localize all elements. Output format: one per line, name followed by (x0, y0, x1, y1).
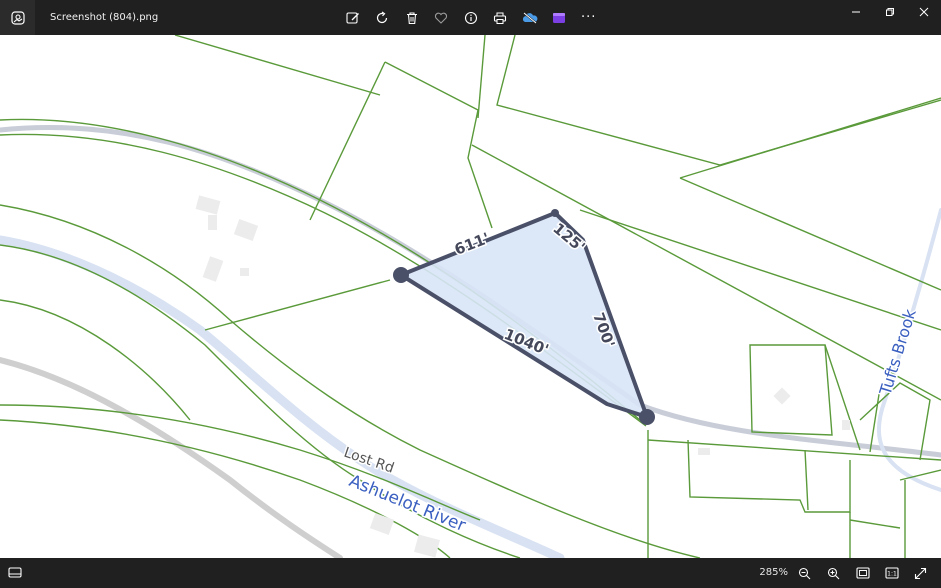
image-viewport[interactable]: 611' 125' 700' 1040' Lost Rd Ashuelot Ri… (0, 35, 941, 558)
more-icon: ··· (581, 10, 597, 25)
window-controls (839, 0, 941, 24)
restore-icon (886, 8, 894, 16)
vertex-handle[interactable] (393, 267, 409, 283)
rotate-button[interactable] (368, 0, 398, 35)
onedrive-icon (522, 11, 538, 24)
edit-image-button[interactable] (338, 0, 368, 35)
actual-size-button[interactable]: 1:1 (877, 558, 906, 588)
photos-app-icon[interactable] (0, 0, 35, 35)
svg-text:1:1: 1:1 (887, 571, 897, 578)
clipchamp-icon (553, 12, 566, 23)
print-icon (494, 12, 507, 24)
image-toolbar: ··· (338, 0, 604, 35)
zoom-out-button[interactable] (790, 558, 819, 588)
road-label: Lost Rd (342, 445, 396, 477)
river-label: Ashuelot River (346, 471, 468, 536)
filmstrip-icon (7, 567, 22, 578)
close-button[interactable] (907, 0, 941, 24)
more-button[interactable]: ··· (574, 0, 604, 35)
info-button[interactable] (456, 0, 486, 35)
zoom-level: 285% (759, 567, 788, 578)
delete-icon (406, 11, 417, 24)
full-screen-icon (914, 567, 927, 579)
clipchamp-button[interactable] (545, 0, 575, 35)
zoom-in-icon (827, 567, 840, 579)
actual-size-icon: 1:1 (884, 567, 899, 579)
zoom-in-button[interactable] (819, 558, 848, 588)
minimize-button[interactable] (839, 0, 873, 24)
vertex-handle[interactable] (639, 409, 655, 425)
rotate-icon (377, 11, 388, 23)
edit-image-icon (346, 11, 359, 24)
restore-button[interactable] (873, 0, 907, 24)
filmstrip-button[interactable] (0, 558, 29, 588)
zoom-out-icon (798, 567, 811, 579)
fit-window-icon (855, 567, 870, 579)
onedrive-button[interactable] (515, 0, 545, 35)
print-button[interactable] (486, 0, 516, 35)
status-bar: 285% 1:1 (0, 558, 941, 588)
fit-to-window-button[interactable] (848, 558, 877, 588)
favorite-icon (435, 12, 448, 24)
map-image: 611' 125' 700' 1040' Lost Rd Ashuelot Ri… (0, 35, 941, 558)
info-icon (464, 11, 477, 24)
delete-button[interactable] (397, 0, 427, 35)
favorite-button[interactable] (427, 0, 457, 35)
close-icon (919, 7, 929, 17)
minimize-icon (852, 11, 860, 13)
full-screen-button[interactable] (906, 558, 935, 588)
vertex-handle[interactable] (551, 209, 559, 217)
road-secondary (0, 357, 343, 558)
window-title: Screenshot (804).png (50, 12, 159, 23)
